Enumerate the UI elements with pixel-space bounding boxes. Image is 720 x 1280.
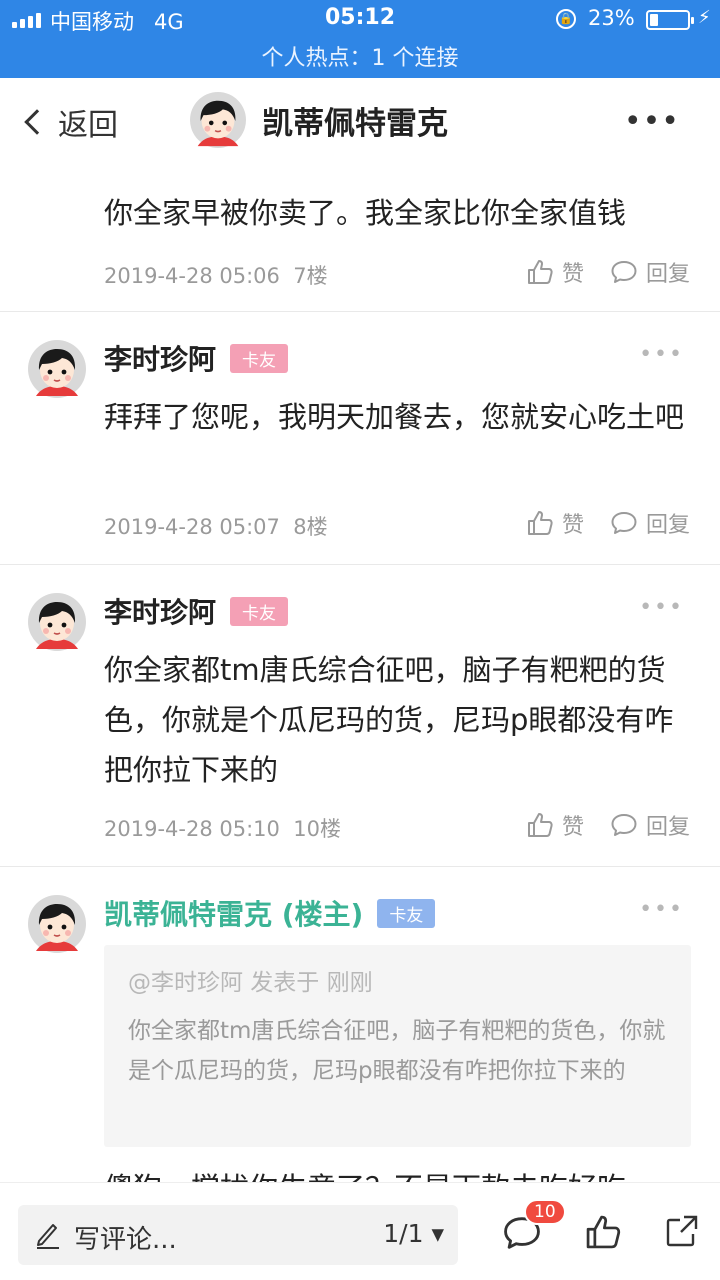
comment-count-badge: 10: [524, 1199, 566, 1225]
thumb-up-icon: [526, 258, 554, 286]
back-chevron-icon: [24, 109, 50, 135]
list-item: 凯蒂佩特雷克 (楼主) 卡友 ••• @李时珍阿 发表于 刚刚 你全家都tm唐氏…: [0, 867, 720, 1182]
quote-header: @李时珍阿 发表于 刚刚: [128, 970, 373, 996]
thumb-up-icon[interactable]: [584, 1213, 622, 1251]
like-button[interactable]: 赞: [526, 809, 584, 841]
reply-button[interactable]: 回复: [610, 809, 690, 841]
author-name[interactable]: 凯蒂佩特雷克 (楼主): [104, 893, 363, 933]
comment-text: 拜拜了您呢，我明天加餐去，您就安心吃土吧: [104, 400, 685, 434]
like-button[interactable]: 赞: [526, 507, 584, 539]
reply-button[interactable]: 回复: [610, 507, 690, 539]
list-item: 你全家早被你卖了。我全家比你全家值钱 2019-4-28 05:06 7楼 赞 …: [0, 162, 720, 312]
thumb-up-icon: [526, 509, 554, 537]
reply-button[interactable]: 回复: [610, 256, 690, 288]
comment-meta: 2019-4-28 05:07 8楼: [104, 515, 328, 539]
list-item: 李时珍阿 卡友 ••• 拜拜了您呢，我明天加餐去，您就安心吃土吧 2019-4-…: [0, 312, 720, 565]
comment-text: 你全家早被你卖了。我全家比你全家值钱: [104, 196, 627, 230]
post-more-icon[interactable]: •••: [639, 342, 684, 367]
share-icon[interactable]: [664, 1213, 700, 1249]
user-badge: 卡友: [230, 596, 289, 626]
comment-placeholder: 写评论...: [74, 1225, 177, 1255]
rotation-lock-icon: 🔒: [556, 9, 576, 29]
hotspot-banner[interactable]: 个人热点：1 个连接: [0, 40, 720, 72]
back-button[interactable]: 返回: [20, 100, 118, 144]
author-name[interactable]: 李时珍阿: [104, 338, 216, 378]
like-button[interactable]: 赞: [526, 256, 584, 288]
back-label: 返回: [58, 108, 118, 143]
nav-bar: 返回 凯蒂佩特雷克 •••: [0, 78, 720, 162]
comment-text: 傻狗，搅扰你生意了？不是下款去吃好吃: [104, 1163, 694, 1182]
quote-text: 你全家都tm唐氏综合征吧，脑子有粑粑的货色，你就是个瓜尼玛的货，尼玛p眼都没有咋…: [128, 1018, 666, 1084]
comment-input[interactable]: 写评论... 1/1 ▾: [18, 1205, 458, 1265]
avatar[interactable]: [28, 895, 86, 953]
post-more-icon[interactable]: •••: [639, 897, 684, 922]
page-indicator[interactable]: 1/1 ▾: [383, 1219, 444, 1248]
avatar[interactable]: [190, 92, 246, 148]
thumb-up-icon: [526, 811, 554, 839]
post-more-icon[interactable]: •••: [639, 595, 684, 620]
bottom-bar: 写评论... 1/1 ▾ 10: [0, 1182, 720, 1280]
battery-percent: 23%: [588, 6, 635, 30]
comment-text: 你全家都tm唐氏综合征吧，脑子有粑粑的货色，你就是个瓜尼玛的货，尼玛p眼都没有咋…: [104, 653, 674, 787]
comment-bubble-icon: [610, 509, 638, 537]
status-bar: 中国移动 4G 05:12 🔒 23% ⚡ 个人热点：1 个连接: [0, 0, 720, 78]
page-title: 凯蒂佩特雷克: [262, 106, 448, 142]
pencil-icon: [37, 1224, 59, 1249]
user-badge: 卡友: [377, 898, 436, 928]
comment-bubble-icon: [610, 258, 638, 286]
comment-bubble-icon: [610, 811, 638, 839]
user-badge: 卡友: [230, 343, 289, 373]
battery-icon: [646, 10, 694, 30]
quoted-comment[interactable]: @李时珍阿 发表于 刚刚 你全家都tm唐氏综合征吧，脑子有粑粑的货色，你就是个瓜…: [104, 945, 691, 1147]
more-icon[interactable]: •••: [624, 104, 680, 139]
avatar[interactable]: [28, 340, 86, 398]
avatar[interactable]: [28, 593, 86, 651]
list-item: 李时珍阿 卡友 ••• 你全家都tm唐氏综合征吧，脑子有粑粑的货色，你就是个瓜尼…: [0, 565, 720, 867]
comment-meta: 2019-4-28 05:10 10楼: [104, 817, 341, 841]
charging-icon: ⚡: [698, 7, 711, 28]
author-name[interactable]: 李时珍阿: [104, 591, 216, 631]
comment-meta: 2019-4-28 05:06 7楼: [104, 264, 328, 288]
comment-list[interactable]: 你全家早被你卖了。我全家比你全家值钱 2019-4-28 05:06 7楼 赞 …: [0, 162, 720, 1182]
